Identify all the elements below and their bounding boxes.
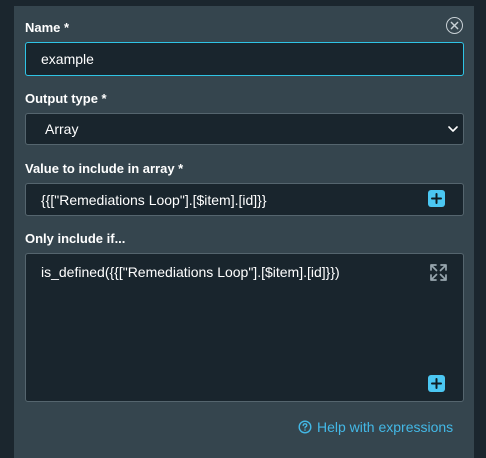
value-input[interactable]: {{["Remediations Loop"].[$item].[id]}} [25,183,464,216]
name-input[interactable]: example [25,42,464,76]
expand-icon[interactable] [429,263,448,282]
output-type-selected: Array [45,121,79,137]
plus-icon [431,378,442,389]
name-input-value: example [41,51,94,67]
condition-textarea-value: is_defined({{["Remediations Loop"].[$ite… [41,264,340,280]
help-expressions-link[interactable]: Help with expressions [298,419,453,435]
chevron-down-icon [448,126,458,132]
insert-variable-button[interactable] [428,190,445,207]
condition-label: Only include if... [25,231,126,246]
plus-icon [431,193,442,204]
help-circle-icon [298,420,312,434]
output-type-label: Output type * [25,91,107,106]
output-type-select[interactable]: Array [25,113,464,145]
close-button[interactable] [446,17,463,34]
value-label: Value to include in array * [25,161,184,176]
name-label: Name * [25,20,70,35]
condition-textarea[interactable]: is_defined({{["Remediations Loop"].[$ite… [25,253,464,402]
help-link-label: Help with expressions [317,419,454,435]
value-input-value: {{["Remediations Loop"].[$item].[id]}} [41,191,267,208]
insert-variable-condition-button[interactable] [428,375,445,392]
close-icon [450,21,459,30]
